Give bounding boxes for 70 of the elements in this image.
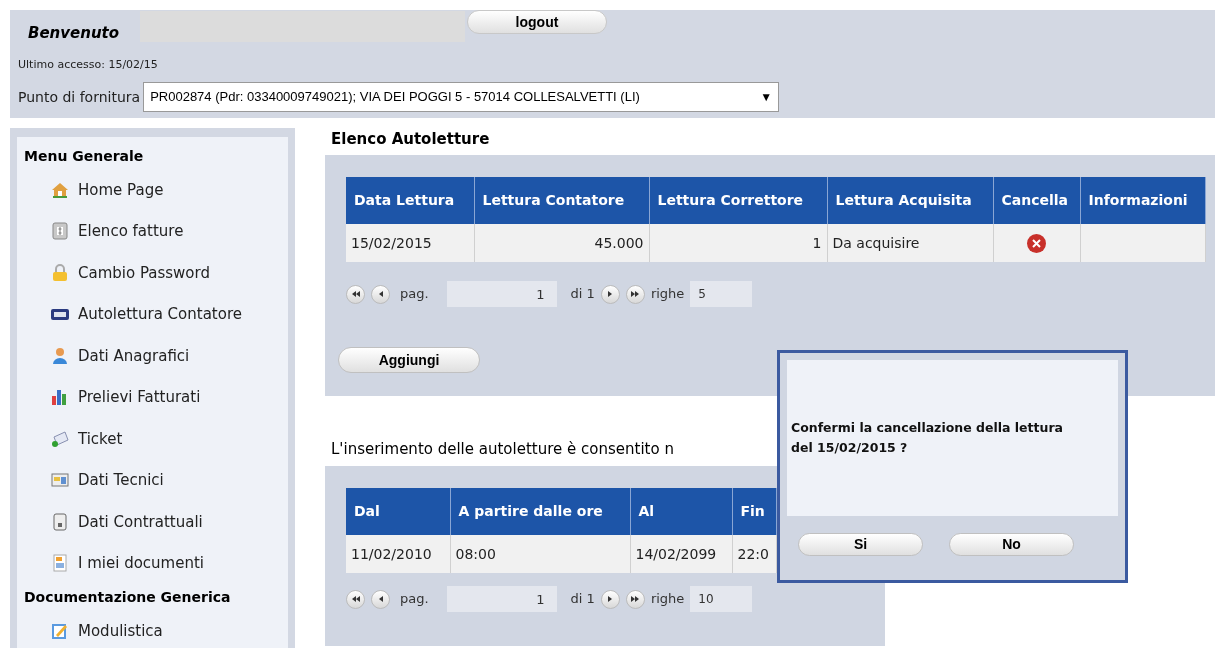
- previous-page-button[interactable]: [371, 589, 390, 609]
- last-access-text: Ultimo accesso: 15/02/15: [18, 56, 159, 73]
- column-header: Informazioni: [1080, 177, 1205, 224]
- table-cell: 14/02/2099: [630, 535, 732, 573]
- double-right-arrow-icon: [630, 289, 641, 299]
- page-field[interactable]: 1: [446, 281, 557, 307]
- previous-page-button[interactable]: [371, 284, 390, 304]
- section-title: Elenco Autoletture: [331, 129, 491, 150]
- last-page-button[interactable]: [625, 284, 645, 304]
- menu-item[interactable]: Dati Anagrafici: [24, 335, 288, 377]
- dialog-message: Confermi la cancellazione della lettura del 15/02/2015 ?: [791, 419, 1064, 457]
- delete-icon[interactable]: [1027, 234, 1046, 253]
- menu-item[interactable]: Home Page: [24, 169, 288, 211]
- table-cell: 08:00: [450, 535, 630, 573]
- double-right-arrow-icon: [630, 594, 641, 604]
- menu-section-title: Menu Generale: [24, 146, 145, 166]
- user-icon: [50, 345, 70, 366]
- supply-label: Punto di fornitura: [18, 87, 141, 107]
- page-label: pag.: [400, 590, 429, 609]
- first-page-button[interactable]: [346, 589, 365, 609]
- table-cell: 45.000: [474, 224, 649, 262]
- menu-item[interactable]: Autolettura Contatore: [24, 293, 288, 335]
- double-left-arrow-icon: [350, 289, 361, 299]
- column-header: Lettura Acquisita: [827, 177, 993, 224]
- page-field[interactable]: 1: [446, 586, 557, 612]
- menu-item[interactable]: Dati Tecnici: [24, 459, 288, 501]
- menu-item[interactable]: Prelievi Fatturati: [24, 376, 288, 418]
- column-header: Lettura Contatore: [474, 177, 649, 224]
- page-label: pag.: [400, 285, 429, 304]
- table-cell: 1: [649, 224, 827, 262]
- page-count: di 1: [570, 285, 595, 304]
- supply-select[interactable]: PR002874 (Pdr: 03340009749021); VIA DEI POGGI 5 - 57014 COLLESALVETTI (LI) ▼: [143, 82, 780, 112]
- last-page-button[interactable]: [625, 589, 645, 609]
- menu-item[interactable]: Cambio Password: [24, 252, 288, 294]
- rows-label: righe: [650, 590, 685, 609]
- dialog-button[interactable]: No: [949, 533, 1074, 556]
- table-cell: 22:0: [732, 535, 776, 573]
- rows-field[interactable]: 5: [690, 281, 753, 307]
- add-button[interactable]: Aggiungi: [338, 347, 480, 373]
- column-header: Al: [630, 488, 732, 535]
- documents-icon: [50, 553, 70, 574]
- document-icon: [50, 511, 70, 532]
- table-cell: Da acquisire: [827, 224, 993, 262]
- menu-item[interactable]: Elenco fatture: [24, 210, 288, 252]
- column-header: Fin: [732, 488, 776, 535]
- page-count: di 1: [570, 590, 595, 609]
- column-header: Lettura Correttore: [649, 177, 827, 224]
- column-header: Dal: [346, 488, 450, 535]
- dropdown-arrow: ▼: [760, 89, 773, 106]
- table-cell: 15/02/2015: [346, 224, 474, 262]
- next-page-button[interactable]: [600, 589, 620, 609]
- section-title: L'inserimento delle autoletture è consentito n: [331, 439, 674, 460]
- menu-section-title: Documentazione Generica: [24, 587, 232, 607]
- double-left-arrow-icon: [350, 594, 361, 604]
- lock-icon: [50, 262, 70, 283]
- menu-item[interactable]: I miei documenti: [24, 542, 288, 584]
- menu-item[interactable]: Ticket: [24, 418, 288, 460]
- rows-field[interactable]: 10: [690, 586, 753, 612]
- column-header: Cancella: [993, 177, 1080, 224]
- first-page-button[interactable]: [346, 284, 365, 304]
- next-page-button[interactable]: [600, 284, 620, 304]
- table-cell: 11/02/2010: [346, 535, 450, 573]
- rows-label: righe: [650, 285, 685, 304]
- dialog-button[interactable]: Si: [798, 533, 923, 556]
- welcome-title: Benvenuto: [28, 23, 121, 44]
- menu-item[interactable]: Modulistica: [24, 610, 288, 652]
- logout-button[interactable]: logout: [467, 10, 607, 34]
- column-header: Data Lettura: [346, 177, 474, 224]
- column-header: A partire dalle ore: [450, 488, 630, 535]
- menu-item[interactable]: Dati Contrattuali: [24, 501, 288, 543]
